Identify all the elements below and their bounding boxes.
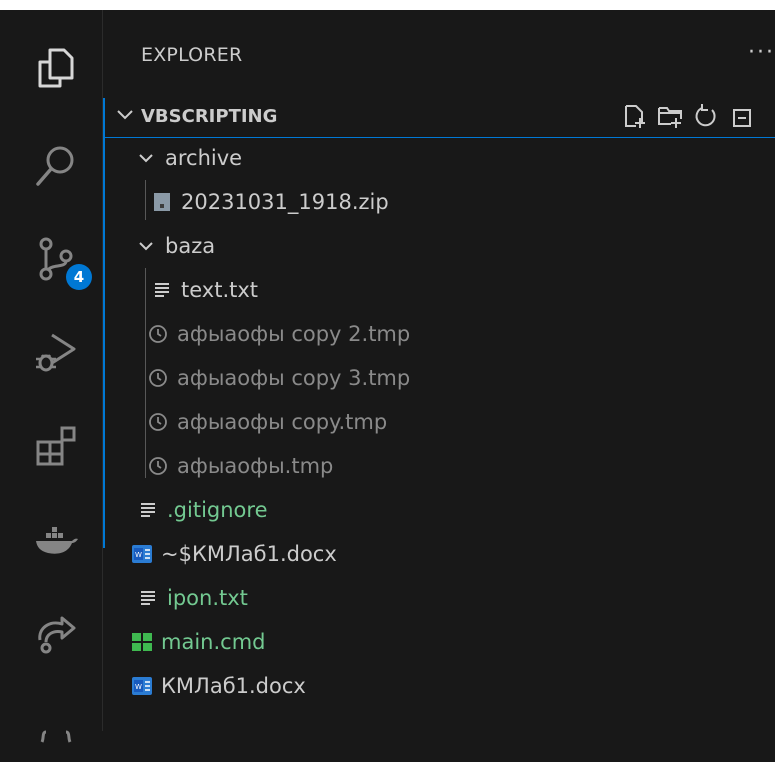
tree-file-main-cmd[interactable]: main.cmd U [103,622,775,662]
tree-item-label: archive [165,146,243,170]
word-file-icon: W [131,543,153,565]
docker-activity-button[interactable] [10,505,102,577]
window-top-edge [0,0,775,10]
chevron-down-icon [115,104,135,128]
explorer-sidebar: EXPLORER ··· VBSCRIPTING archive 2023103… [103,10,775,731]
workspace-name: VBSCRIPTING [141,106,278,127]
extensions-activity-button[interactable] [10,410,102,482]
activity-bar: 4 [10,10,103,743]
new-file-icon [625,105,645,128]
tree-item-label: ipon.txt [167,586,248,610]
tree-item-label: baza [165,234,216,258]
tree-file-tmp[interactable]: афыаофы copy 3.tmp [103,358,775,398]
workspace-section-header[interactable]: VBSCRIPTING [103,98,775,138]
tree-item-label: 20231031_1918.zip [181,190,389,214]
new-folder-button[interactable] [656,102,684,130]
tree-item-label: афыаофы copy 3.tmp [177,366,411,390]
windows-cmd-icon [131,631,153,653]
svg-text:W: W [135,551,142,559]
clock-icon [147,367,169,389]
json-icon [40,730,72,743]
tree-item-label: text.txt [181,278,259,302]
remote-explorer-icon [38,616,76,654]
tree-item-label: КМЛаб1.docx [161,674,306,698]
tree-item-label: .gitignore [167,498,268,522]
source-control-activity-button[interactable]: 4 [10,222,102,294]
tree-file-text[interactable]: text.txt [103,270,775,310]
run-debug-icon [36,333,76,372]
extensions-icon [36,426,76,466]
search-activity-button[interactable] [10,130,102,202]
tree-file-tmp[interactable]: афыаофы copy.tmp [103,402,775,442]
tree-item-label: афыаофы.tmp [177,454,334,478]
new-file-button[interactable] [620,102,648,130]
refresh-button[interactable] [692,102,720,130]
remote-explorer-activity-button[interactable] [10,598,102,670]
json-activity-button[interactable] [10,690,102,762]
text-file-icon [137,587,159,609]
tree-file-word-temp[interactable]: W ~$КМЛаб1.docx [103,534,775,574]
refresh-icon [695,104,716,127]
svg-text:W: W [135,683,142,691]
tree-item-label: афыаофы copy 2.tmp [177,322,411,346]
tree-folder-baza[interactable]: baza [103,226,775,266]
collapse-all-button[interactable] [728,102,756,130]
tree-folder-archive[interactable]: archive [103,138,775,178]
run-debug-activity-button[interactable] [10,315,102,387]
clock-icon [147,411,169,433]
clock-icon [147,323,169,345]
chevron-down-icon [135,235,157,257]
explorer-title: EXPLORER [141,44,243,66]
chevron-down-icon [135,147,157,169]
docker-icon [36,527,78,554]
tree-file-ipon[interactable]: ipon.txt U [103,578,775,618]
tree-file-tmp[interactable]: афыаофы copy 2.tmp [103,314,775,354]
clock-icon [147,455,169,477]
files-icon [38,48,74,88]
more-actions-button[interactable]: ··· [748,40,775,65]
search-icon [36,146,74,186]
collapse-icon [733,109,751,127]
tree-file-word[interactable]: W КМЛаб1.docx [103,666,775,706]
tree-item-label: main.cmd [161,630,266,654]
text-file-icon [151,279,173,301]
word-file-icon: W [131,675,153,697]
tree-item-label: ~$КМЛаб1.docx [161,542,337,566]
tree-file-gitignore[interactable]: .gitignore U [103,490,775,530]
zip-file-icon [151,191,173,213]
new-folder-icon [658,107,682,128]
tree-file-tmp[interactable]: афыаофы.tmp [103,446,775,486]
scm-badge: 4 [66,264,92,290]
tree-item-label: афыаофы copy.tmp [177,410,388,434]
explorer-activity-button[interactable] [10,32,102,104]
text-file-icon [137,499,159,521]
tree-file-zip[interactable]: 20231031_1918.zip [103,182,775,222]
